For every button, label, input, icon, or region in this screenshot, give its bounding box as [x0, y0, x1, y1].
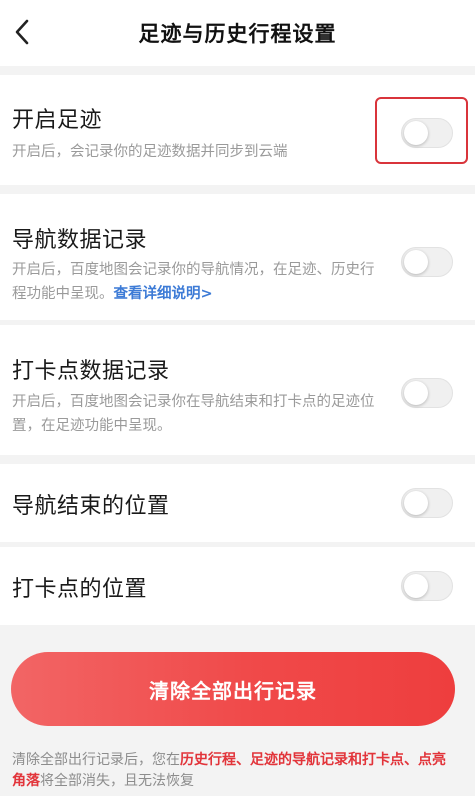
footer-note-text: 清除全部出行记录后，您在 [12, 752, 180, 768]
setting-row-checkin-record: 打卡点数据记录 开启后，百度地图会记录你在导航结束和打卡点的足迹位置，在足迹功能… [0, 325, 475, 455]
setting-title: 导航结束的位置 [12, 494, 170, 519]
setting-title: 打卡点的位置 [12, 577, 148, 602]
footer-note: 清除全部出行记录后，您在历史行程、足迹的导航记录和打卡点、点亮角落将全部消失，且… [12, 750, 452, 792]
nav-end-location-toggle[interactable] [401, 488, 453, 518]
navigation-record-toggle[interactable] [401, 247, 453, 277]
setting-description: 开启后，百度地图会记录你的导航情况，在足迹、历史行程功能中呈现。查看详细说明> [12, 258, 384, 306]
setting-description: 开启后，百度地图会记录你在导航结束和打卡点的足迹位置，在足迹功能中呈现。 [12, 394, 375, 434]
setting-title: 导航数据记录 [12, 228, 148, 253]
toggle-knob [404, 574, 428, 598]
setting-row-nav-end-location: 导航结束的位置 [0, 464, 475, 542]
checkin-location-toggle[interactable] [401, 571, 453, 601]
setting-description: 开启后，会记录你的足迹数据并同步到云端 [12, 144, 288, 160]
toggle-knob [404, 491, 428, 515]
setting-title: 打卡点数据记录 [12, 359, 170, 384]
page-title: 足迹与历史行程设置 [138, 22, 337, 46]
clear-all-records-button[interactable]: 清除全部出行记录 [11, 652, 455, 726]
setting-title: 开启足迹 [12, 108, 103, 133]
setting-row-checkin-location: 打卡点的位置 [0, 547, 475, 625]
setting-row-navigation-record: 导航数据记录 开启后，百度地图会记录你的导航情况，在足迹、历史行程功能中呈现。查… [0, 194, 475, 320]
footer-note-text: 将全部消失，且无法恢复 [40, 773, 194, 789]
toggle-knob [404, 121, 428, 145]
settings-screen: 足迹与历史行程设置 开启足迹 开启后，会记录你的足迹数据并同步到云端 导航数据记… [0, 0, 475, 796]
view-details-link[interactable]: 查看详细说明> [114, 286, 213, 302]
checkin-record-toggle[interactable] [401, 378, 453, 408]
toggle-knob [404, 250, 428, 274]
setting-row-footprint: 开启足迹 开启后，会记录你的足迹数据并同步到云端 [0, 75, 475, 185]
header-bar: 足迹与历史行程设置 [0, 0, 475, 66]
toggle-knob [404, 381, 428, 405]
footprint-toggle[interactable] [401, 118, 453, 148]
